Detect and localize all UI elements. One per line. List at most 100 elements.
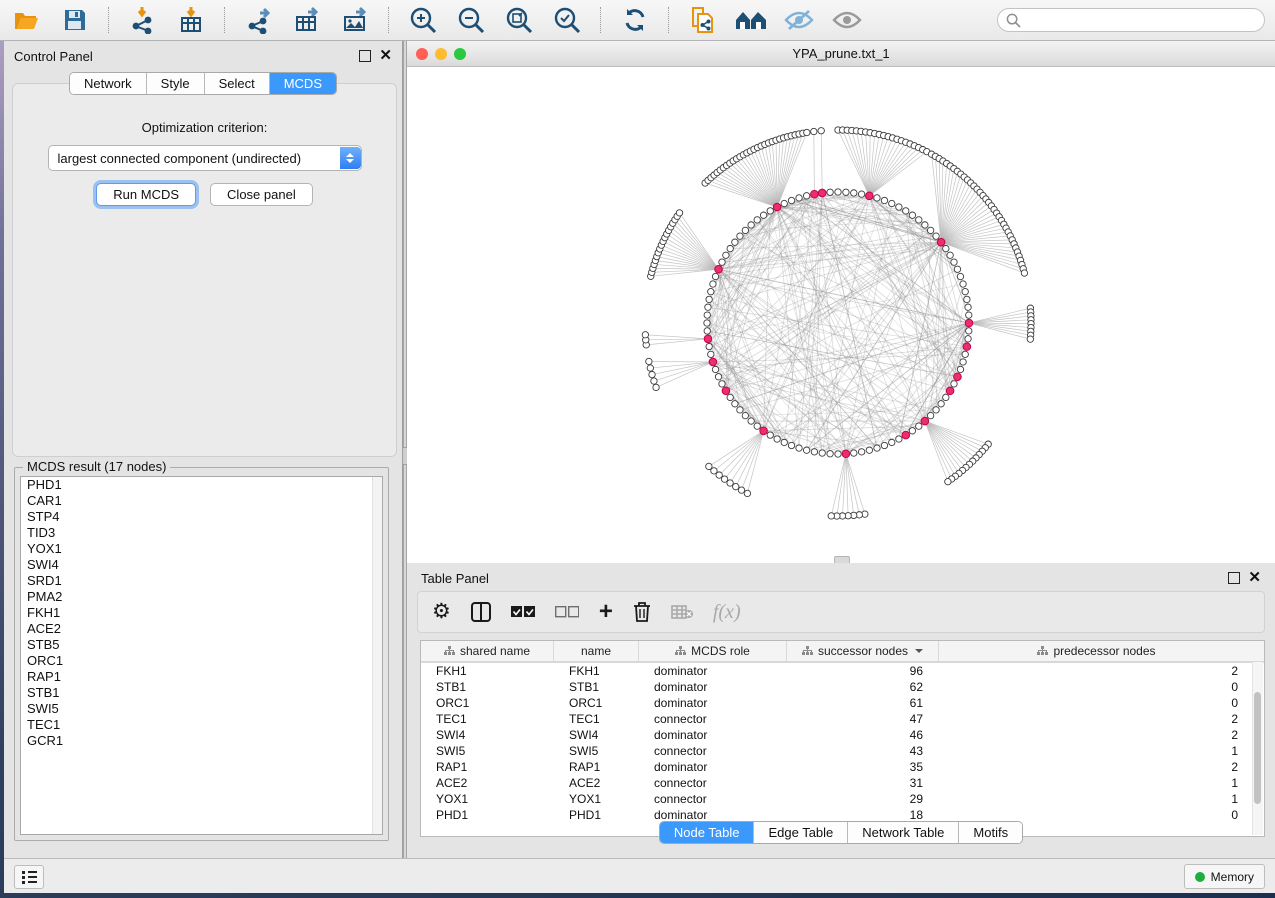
mcds-hub-node[interactable] (954, 373, 962, 381)
graph-node[interactable] (706, 463, 712, 469)
graph-node[interactable] (851, 450, 857, 456)
graph-node[interactable] (960, 281, 966, 287)
graph-node[interactable] (943, 394, 949, 400)
graph-node[interactable] (706, 296, 712, 302)
graph-node[interactable] (708, 351, 714, 357)
result-node[interactable]: SWI5 (21, 701, 382, 717)
graph-node[interactable] (767, 208, 773, 214)
graph-node[interactable] (945, 478, 951, 484)
graph-node[interactable] (737, 407, 743, 413)
graph-node[interactable] (960, 359, 966, 365)
mcds-hub-node[interactable] (946, 387, 954, 395)
graph-node[interactable] (653, 384, 659, 390)
export-network-icon[interactable] (242, 5, 276, 35)
graph-node[interactable] (1027, 336, 1033, 342)
table-row[interactable]: RAP1RAP1dominator352 (421, 759, 1264, 775)
graph-node[interactable] (966, 328, 972, 334)
mcds-hub-node[interactable] (709, 358, 717, 366)
graph-node[interactable] (781, 200, 787, 206)
graph-node[interactable] (927, 412, 933, 418)
result-node[interactable]: STB1 (21, 685, 382, 701)
graph-node[interactable] (748, 222, 754, 228)
graph-node[interactable] (962, 288, 968, 294)
tab-edge-table[interactable]: Edge Table (753, 822, 847, 843)
graph-node[interactable] (957, 366, 963, 372)
graph-node[interactable] (938, 401, 944, 407)
graph-node[interactable] (819, 450, 825, 456)
graph-node[interactable] (796, 195, 802, 201)
table-row[interactable]: SWI4SWI4dominator462 (421, 727, 1264, 743)
graph-node[interactable] (712, 273, 718, 279)
graph-node[interactable] (835, 451, 841, 457)
clone-network-icon[interactable] (686, 5, 720, 35)
search-input[interactable] (1027, 12, 1256, 28)
graph-node[interactable] (951, 259, 957, 265)
result-node[interactable]: PMA2 (21, 589, 382, 605)
graph-node[interactable] (909, 212, 915, 218)
graph-node[interactable] (649, 371, 655, 377)
export-table-icon[interactable] (290, 5, 324, 35)
graph-node[interactable] (704, 320, 710, 326)
result-node[interactable]: YOX1 (21, 541, 382, 557)
graph-node[interactable] (767, 432, 773, 438)
mcds-hub-node[interactable] (704, 335, 712, 343)
tab-network[interactable]: Network (70, 73, 146, 94)
first-neighbors-icon[interactable] (734, 5, 768, 35)
mcds-hub-node[interactable] (811, 190, 819, 198)
graph-node[interactable] (732, 239, 738, 245)
graph-node[interactable] (916, 423, 922, 429)
network-graph[interactable] (407, 67, 1275, 564)
graph-node[interactable] (727, 394, 733, 400)
mcds-hub-node[interactable] (818, 189, 826, 197)
graph-node[interactable] (788, 442, 794, 448)
zoom-in-icon[interactable] (406, 5, 440, 35)
graph-node[interactable] (964, 296, 970, 302)
result-node[interactable]: ACE2 (21, 621, 382, 637)
graph-node[interactable] (796, 445, 802, 451)
graph-node[interactable] (719, 259, 725, 265)
graph-node[interactable] (881, 442, 887, 448)
table-row[interactable]: ACE2ACE2connector311 (421, 775, 1264, 791)
tab-network-table[interactable]: Network Table (847, 822, 958, 843)
graph-node[interactable] (642, 332, 648, 338)
mcds-hub-node[interactable] (773, 203, 781, 211)
tab-mcds[interactable]: MCDS (269, 73, 336, 94)
network-canvas[interactable] (407, 67, 1275, 564)
graph-node[interactable] (803, 447, 809, 453)
graph-node[interactable] (676, 210, 682, 216)
result-node[interactable]: STB5 (21, 637, 382, 653)
mcds-hub-node[interactable] (866, 192, 874, 200)
result-node[interactable]: STP4 (21, 509, 382, 525)
select-all-rows-icon[interactable] (511, 606, 535, 619)
import-table-icon[interactable] (174, 5, 208, 35)
graph-node[interactable] (647, 365, 653, 371)
mcds-hub-node[interactable] (842, 450, 850, 458)
graph-node[interactable] (706, 343, 712, 349)
graph-node[interactable] (827, 189, 833, 195)
graph-node[interactable] (881, 197, 887, 203)
export-image-icon[interactable] (338, 5, 372, 35)
result-node[interactable]: CAR1 (21, 493, 382, 509)
graph-node[interactable] (732, 401, 738, 407)
table-row[interactable]: ORC1ORC1dominator610 (421, 695, 1264, 711)
save-session-icon[interactable] (58, 5, 92, 35)
result-node[interactable]: TID3 (21, 525, 382, 541)
graph-node[interactable] (727, 245, 733, 251)
graph-node[interactable] (754, 217, 760, 223)
result-node[interactable]: PHD1 (21, 477, 382, 493)
deselect-all-rows-icon[interactable] (555, 606, 579, 619)
tab-style[interactable]: Style (146, 73, 204, 94)
graph-node[interactable] (947, 252, 953, 258)
table-row[interactable]: SWI5SWI5connector431 (421, 743, 1264, 759)
column-header-predecessor-nodes[interactable]: predecessor nodes (939, 641, 1254, 661)
graph-node[interactable] (896, 204, 902, 210)
graph-node[interactable] (835, 189, 841, 195)
graph-node[interactable] (710, 281, 716, 287)
graph-node[interactable] (1021, 270, 1027, 276)
mcds-hub-node[interactable] (760, 427, 768, 435)
graph-node[interactable] (651, 378, 657, 384)
graph-node[interactable] (738, 487, 744, 493)
result-node[interactable]: TEC1 (21, 717, 382, 733)
graph-node[interactable] (874, 445, 880, 451)
result-node[interactable]: RAP1 (21, 669, 382, 685)
